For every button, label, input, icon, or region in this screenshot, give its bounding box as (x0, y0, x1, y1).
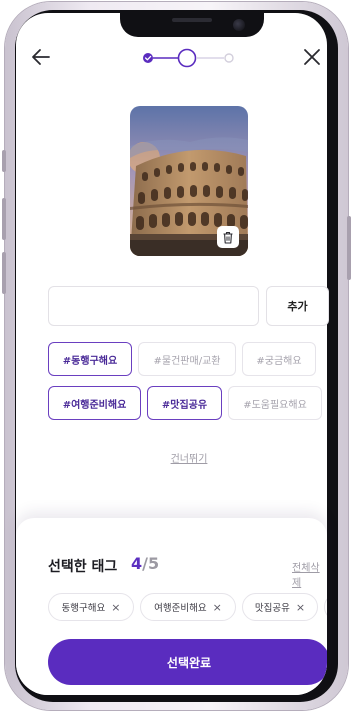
arrow-left-icon (32, 49, 50, 65)
tag-chip[interactable]: #맛집공유 (147, 386, 222, 420)
selected-tag-chip: 맛집공유 × (242, 593, 318, 621)
selected-tag-chip: 동행구해요 × (48, 593, 134, 621)
tag-chip[interactable]: #물건판매/교환 (138, 342, 236, 376)
max-count: /5 (142, 554, 160, 573)
volume-up-button (2, 198, 6, 240)
skip-link[interactable]: 건너뛰기 (0, 450, 353, 465)
close-icon (304, 49, 320, 65)
selected-tag-chip: 여행준비해요 × (140, 593, 236, 621)
tag-chip[interactable]: #동행구해요 (48, 342, 132, 376)
tag-input[interactable] (48, 286, 259, 326)
remove-tag-icon[interactable]: × (111, 602, 120, 613)
speaker-grille (172, 18, 212, 22)
tag-chip[interactable]: #도움필요해요 (228, 386, 322, 420)
selected-count: 4 (131, 554, 143, 573)
close-button[interactable] (299, 44, 325, 70)
uploaded-photo[interactable] (130, 106, 248, 256)
step-2-current-icon (177, 48, 197, 68)
selected-tags-title: 선택한 태그 (48, 559, 118, 575)
confirm-selection-button[interactable]: 선택완료 (48, 639, 327, 685)
selected-tag-label: 맛집공유 (254, 603, 290, 614)
progress-stepper (139, 46, 239, 70)
remove-tag-icon[interactable]: × (296, 602, 305, 613)
silent-switch (2, 150, 6, 172)
step-3-pending-icon (224, 53, 234, 63)
volume-down-button (2, 252, 6, 294)
trash-icon (223, 231, 233, 244)
notch (120, 13, 264, 37)
delete-photo-button[interactable] (217, 226, 239, 248)
power-button (347, 216, 351, 280)
selected-tag-label: 동행구해요 (61, 603, 106, 614)
selected-tag-label: 여행준비해요 (154, 603, 207, 614)
back-button[interactable] (28, 44, 54, 70)
remove-tag-icon[interactable]: × (213, 602, 222, 613)
add-tag-button[interactable]: 추가 (266, 286, 329, 326)
selected-tag-chip-partial (324, 593, 327, 621)
tag-chip[interactable]: #여행준비해요 (48, 386, 141, 420)
tag-chip[interactable]: #궁금해요 (242, 342, 316, 376)
clear-all-button[interactable]: 전체삭제 (292, 559, 327, 589)
front-camera (233, 19, 245, 31)
selected-tags-sheet: 선택한 태그 4/5 전체삭제 동행구해요 × 여행준비해요 × 맛집공유 × … (16, 518, 327, 695)
selected-tags-count: 4/5 (131, 554, 159, 573)
step-1-done-icon (143, 53, 153, 63)
